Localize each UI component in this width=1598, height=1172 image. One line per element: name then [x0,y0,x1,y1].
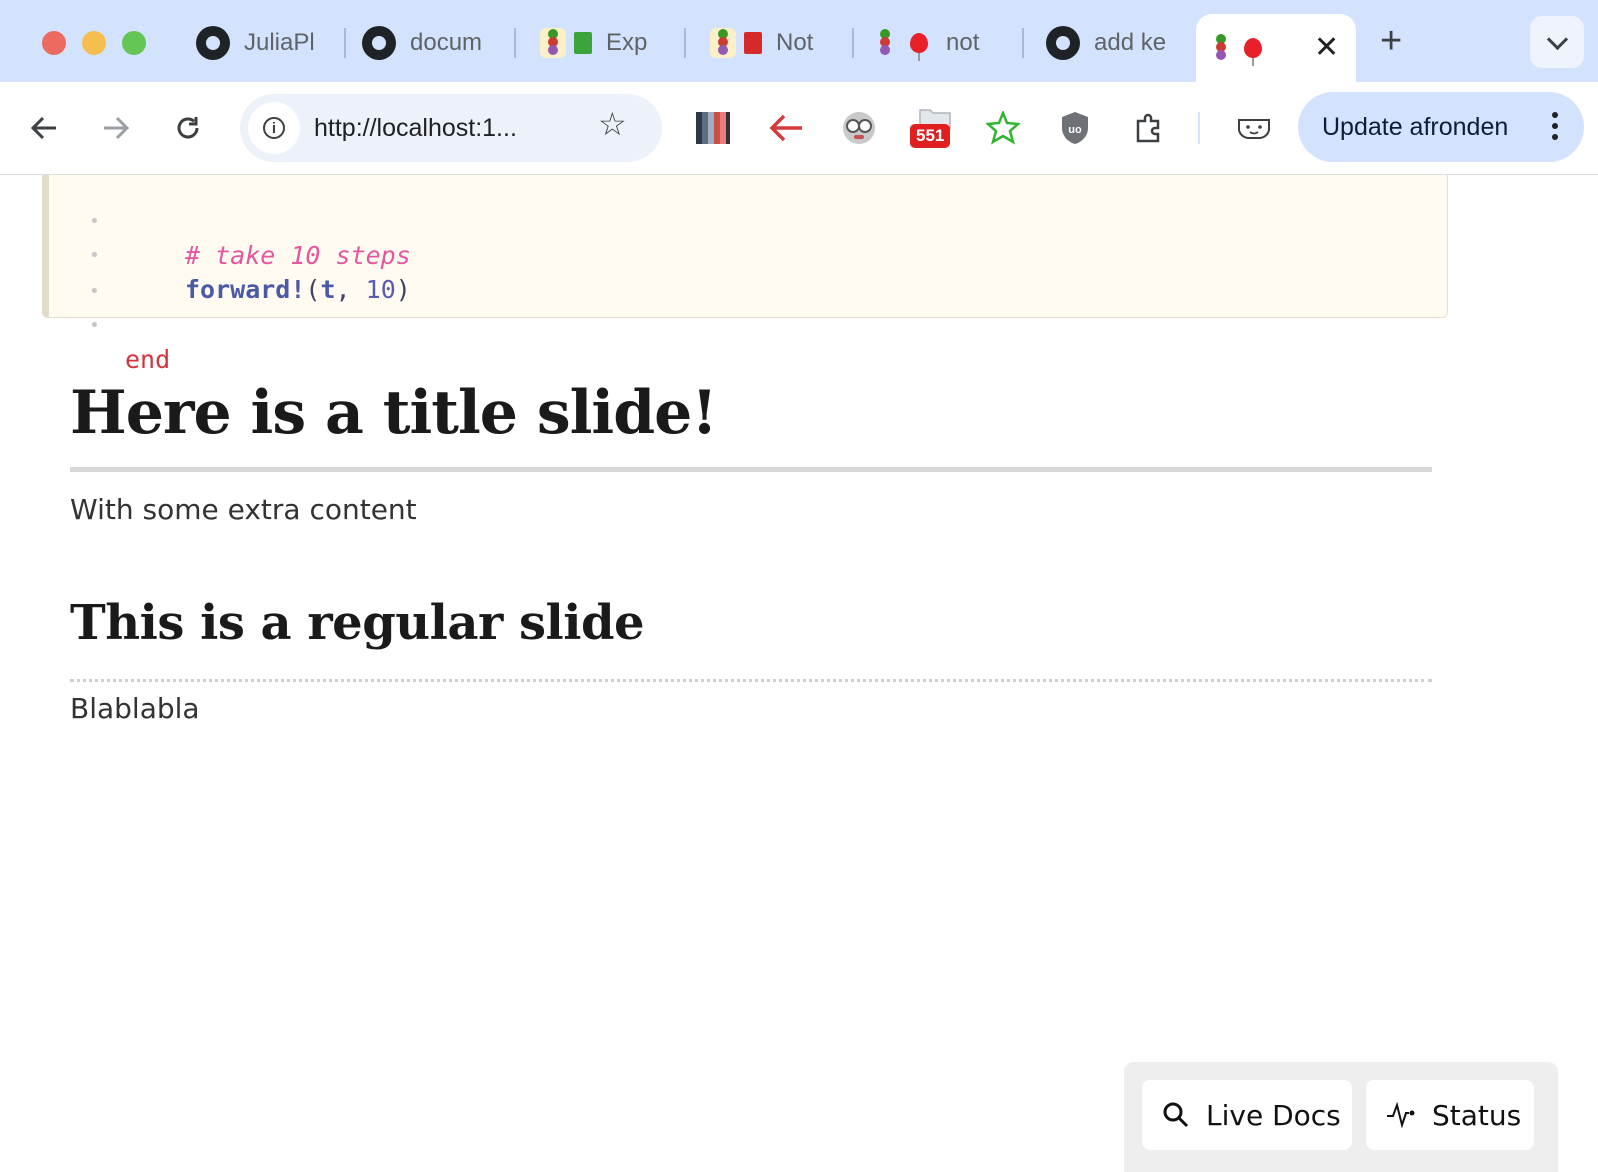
balloon-icon [1244,38,1262,66]
update-button[interactable]: Update afronden [1298,92,1584,162]
chevron-down-icon [1546,28,1568,50]
pluto-icon [880,29,890,55]
arrow-right-icon [104,116,130,140]
regular-slide-heading: This is a regular slide [70,595,645,651]
reload-button[interactable] [164,104,212,152]
notebook-page: • # take 10 steps • forward!(t, 10) • • … [0,175,1598,1172]
tab-search-button[interactable] [1530,16,1584,68]
tab-separator [852,28,854,58]
tab-juliapl[interactable]: JuliaPl [196,14,326,72]
new-tab-button[interactable]: + [1380,22,1402,60]
github-icon [362,26,396,60]
bookmark-star-icon[interactable]: ☆ [598,108,627,140]
minimize-window-button[interactable] [82,31,106,55]
title-slide-heading: Here is a title slide! [70,378,718,448]
extension-green-star[interactable] [986,110,1020,146]
pluto-icon [1216,34,1226,60]
browser-toolbar: i http://localhost:1... ☆ 551 uo Update … [0,82,1598,175]
live-docs-button[interactable]: Live Docs [1142,1080,1352,1150]
tab-exp[interactable]: Exp [540,14,670,72]
pluto-icon [710,28,736,58]
balloon-icon [910,33,928,61]
gutter-dot: • [89,315,100,336]
live-docs-label: Live Docs [1206,1098,1341,1132]
code-line: • forward!(t, 10) [89,205,411,304]
green-book-icon [574,32,592,54]
code-line: • # take 10 steps [89,171,411,270]
code-comment: # take 10 steps [185,241,411,270]
extension-ublock[interactable]: uo [1060,110,1090,146]
tab-active-pluto[interactable]: ✕ [1196,14,1356,82]
status-button[interactable]: Status [1366,1080,1534,1150]
tab-not[interactable]: Not [710,14,836,72]
activity-pulse-icon [1386,1102,1416,1128]
profile-button[interactable] [1236,110,1272,146]
status-label: Status [1432,1098,1522,1132]
tab-add-ke[interactable]: add ke [1046,14,1176,72]
browser-window: JuliaPl docum Exp Not not add ke ✕ + i h… [0,0,1598,1172]
extension-badge: 551 [910,124,951,148]
ublock-shield-icon: uo [1062,112,1088,144]
tab-label: add ke [1094,29,1167,56]
maximize-window-button[interactable] [122,31,146,55]
tab-label: JuliaPl [244,29,315,56]
tab-label: Not [776,29,814,56]
tab-label: Exp [606,29,648,56]
heading-dotted-rule [70,679,1432,682]
forward-button[interactable] [92,104,140,152]
code-keyword: end [125,345,171,374]
color-bars-icon [696,112,730,144]
more-menu-icon[interactable] [1552,112,1558,140]
code-cell[interactable]: • # take 10 steps • forward!(t, 10) • • … [42,175,1448,374]
red-book-icon [744,32,762,54]
site-info-button[interactable]: i [248,102,300,154]
code-line: • [89,241,209,302]
extension-colorbars[interactable] [696,110,730,146]
green-star-icon [986,111,1020,145]
tab-docum[interactable]: docum [362,14,494,72]
tab-strip: JuliaPl docum Exp Not not add ke ✕ + [0,0,1598,82]
toolbar-divider [1198,112,1200,144]
close-tab-icon[interactable]: ✕ [1314,33,1339,63]
tab-label: not [946,29,980,56]
info-icon: i [263,117,285,139]
code-line: • end [89,275,209,374]
arrow-left-icon [30,116,56,140]
extension-glasses[interactable] [842,110,876,146]
github-icon [196,26,230,60]
tab-separator [684,28,686,58]
extension-folder-counter[interactable]: 551 [910,109,956,148]
url-text[interactable]: http://localhost:1... [314,94,517,162]
search-icon [1162,1101,1190,1129]
extensions-menu-button[interactable] [1132,110,1166,146]
title-slide-text: With some extra content [70,493,417,526]
tab-separator [514,28,516,58]
reload-icon [177,117,199,139]
tab-not-2[interactable]: not [880,14,1006,72]
svg-text:uo: uo [1068,124,1082,136]
tab-label: docum [410,29,483,56]
tab-separator [344,28,346,58]
back-button[interactable] [20,104,68,152]
red-arrow-left-icon [769,114,802,142]
tab-separator [1022,28,1024,58]
address-bar[interactable]: i http://localhost:1... ☆ [240,94,662,162]
update-button-label: Update afronden [1322,112,1509,141]
puzzle-piece-icon [1136,113,1160,143]
extension-red-arrow[interactable] [768,110,804,146]
face-glasses-icon [843,112,875,144]
code-call: forward!(t, 10) [185,275,411,304]
profile-face-icon [1238,119,1270,140]
regular-slide-text: Blablabla [70,692,200,725]
helper-bar: Live Docs Status [1124,1062,1558,1172]
heading-rule [70,467,1432,472]
pluto-icon [540,28,566,58]
close-window-button[interactable] [42,31,66,55]
github-icon [1046,26,1080,60]
